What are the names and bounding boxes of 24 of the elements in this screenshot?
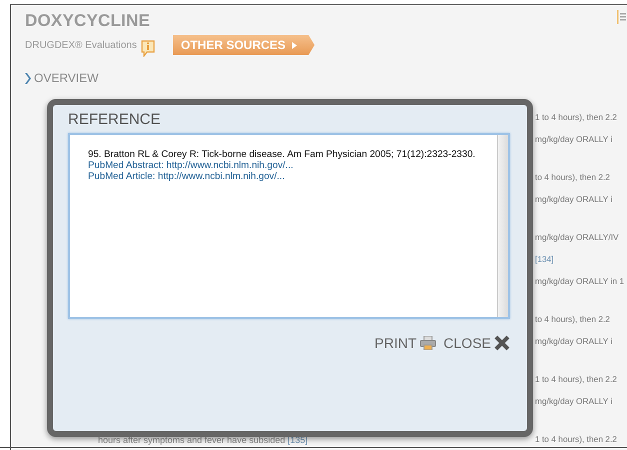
close-button[interactable]: CLOSE bbox=[444, 335, 510, 351]
citation-text: 95. Bratton RL & Corey R: Tick-borne disease. Am Fam Physician 2005; 71(12):2323-2330. bbox=[88, 149, 476, 160]
drug-title: DOXYCYCLINE bbox=[25, 11, 150, 31]
pubmed-link[interactable]: PubMed Abstract: http://www.ncbi.nlm.nih.gov/... bbox=[88, 160, 497, 171]
reference-link[interactable]: [134] bbox=[535, 248, 627, 270]
dosage-text: hours after symptoms and fever have subsided bbox=[98, 435, 286, 445]
dosage-text: to 4 hours), then 2.2 bbox=[535, 171, 611, 184]
dosage-text: mg/kg/day ORALLY in 1 bbox=[535, 275, 626, 288]
dosage-text: 1 to 4 hours), then 2.2 bbox=[535, 373, 618, 386]
reference-link[interactable]: [135] bbox=[288, 435, 308, 445]
dosage-text: to 4 hours), then 2.2 bbox=[535, 313, 611, 326]
subtitle: DRUGDEX® Evaluations bbox=[25, 40, 137, 51]
dialog-title: REFERENCE bbox=[68, 111, 162, 128]
dosage-text: mg/kg/day ORALLY i bbox=[535, 193, 614, 206]
dosage-text: 1 to 4 hours), then 2.2 bbox=[535, 433, 618, 446]
dosage-text: mg/kg/day ORALLY i bbox=[535, 335, 614, 348]
reference-text-area[interactable]: 95. Bratton RL & Corey R: Tick-borne disease. Am Fam Physician 2005; 71(12):2323-2330. PubMed Abstract: http://www.ncbi.nlm.nih.gov/... PubMed Article: http://www.ncbi.nlm.nih.gov/... bbox=[68, 133, 510, 319]
pubmed-link[interactable]: PubMed Article: http://www.ncbi.nlm.nih.gov/... bbox=[88, 171, 497, 182]
dosage-text: mg/kg/day ORALLY/IV bbox=[535, 231, 620, 244]
print-button[interactable]: PRINT bbox=[374, 335, 436, 351]
dosage-text: 1 to 4 hours), then 2.2 bbox=[535, 111, 618, 124]
dosage-text: mg/kg/day ORALLY i bbox=[535, 133, 614, 146]
section-label[interactable]: OVERVIEW bbox=[34, 71, 98, 85]
dosage-text: mg/kg/day ORALLY i bbox=[535, 395, 614, 408]
